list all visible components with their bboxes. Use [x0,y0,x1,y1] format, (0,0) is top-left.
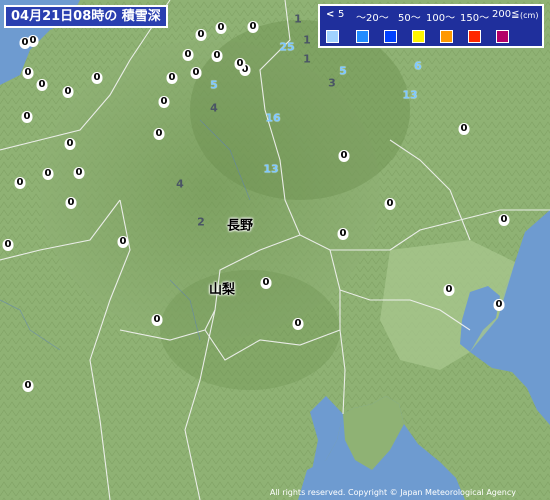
station-reading: 6 [414,59,422,73]
legend-label-20: ～20～ [356,13,389,24]
legend-swatch-3 [412,30,425,43]
legend-swatch-5 [468,30,481,43]
station-reading: 0 [36,79,48,91]
station-reading: 0 [22,67,34,79]
station-reading: 0 [42,168,54,180]
station-reading: 5 [339,64,347,78]
station-reading: 25 [279,40,295,54]
station-reading: 0 [151,314,163,326]
station-reading: 0 [211,50,223,62]
legend-label-200: 200≦ [492,9,520,20]
station-reading: 0 [19,37,31,49]
station-reading: 0 [91,72,103,84]
station-reading: 13 [263,162,279,176]
legend-label-50: 50～ [398,13,421,24]
station-reading: 0 [62,86,74,98]
station-reading: 1 [303,33,311,47]
station-reading: 1 [294,12,302,26]
station-reading: 1 [303,52,311,66]
station-reading: 0 [215,22,227,34]
legend-box: < 5 ～20～ 50～ 100～ 150～ 200≦ (cm) [318,4,544,48]
place-label-nagano: 長野 [226,218,254,234]
station-reading: 3 [328,76,336,90]
legend-swatch-6 [496,30,509,43]
terrain-basemap [0,0,550,500]
legend-labels: < 5 ～20～ 50～ 100～ 150～ 200≦ (cm) [324,9,538,25]
station-reading: 0 [247,21,259,33]
station-reading: 0 [166,72,178,84]
legend-swatch-0 [326,30,339,43]
legend-arrow: < [326,9,335,20]
station-reading: 5 [210,78,218,92]
copyright-text: All rights reserved. Copyright © Japan M… [269,488,516,497]
station-reading: 0 [493,299,505,311]
station-reading: 0 [292,318,304,330]
legend-swatch-4 [440,30,453,43]
snow-depth-map: 04月21日08時の 積雪深 < 5 ～20～ 50～ 100～ 150～ 20… [0,0,550,500]
station-reading: 4 [210,101,218,115]
station-reading: 0 [73,167,85,179]
station-reading: 0 [182,49,194,61]
station-reading: 0 [2,239,14,251]
legend-swatch-1 [356,30,369,43]
legend-label-5: 5 [338,9,345,20]
station-reading: 0 [21,111,33,123]
station-reading: 0 [195,29,207,41]
place-label-yamanashi: 山梨 [208,282,236,298]
station-reading: 0 [498,214,510,226]
station-reading: 0 [117,236,129,248]
station-reading: 0 [337,228,349,240]
station-reading: 0 [234,58,246,70]
legend-unit: (cm) [520,11,539,20]
station-reading: 0 [443,284,455,296]
station-reading: 2 [197,215,205,229]
station-reading: 0 [14,177,26,189]
station-reading: 0 [260,277,272,289]
station-reading: 0 [65,197,77,209]
legend-label-100: 100～ [426,13,456,24]
station-reading: 0 [384,198,396,210]
station-reading: 0 [64,138,76,150]
map-title: 04月21日08時の 積雪深 [4,5,168,28]
station-reading: 0 [158,96,170,108]
station-reading: 0 [153,128,165,140]
station-reading: 13 [402,88,418,102]
legend-swatch-2 [384,30,397,43]
station-reading: 0 [190,67,202,79]
station-reading: 16 [265,111,281,125]
station-reading: 0 [458,123,470,135]
station-reading: 4 [176,177,184,191]
legend-label-150: 150～ [460,13,490,24]
station-reading: 0 [22,380,34,392]
station-reading: 0 [338,150,350,162]
